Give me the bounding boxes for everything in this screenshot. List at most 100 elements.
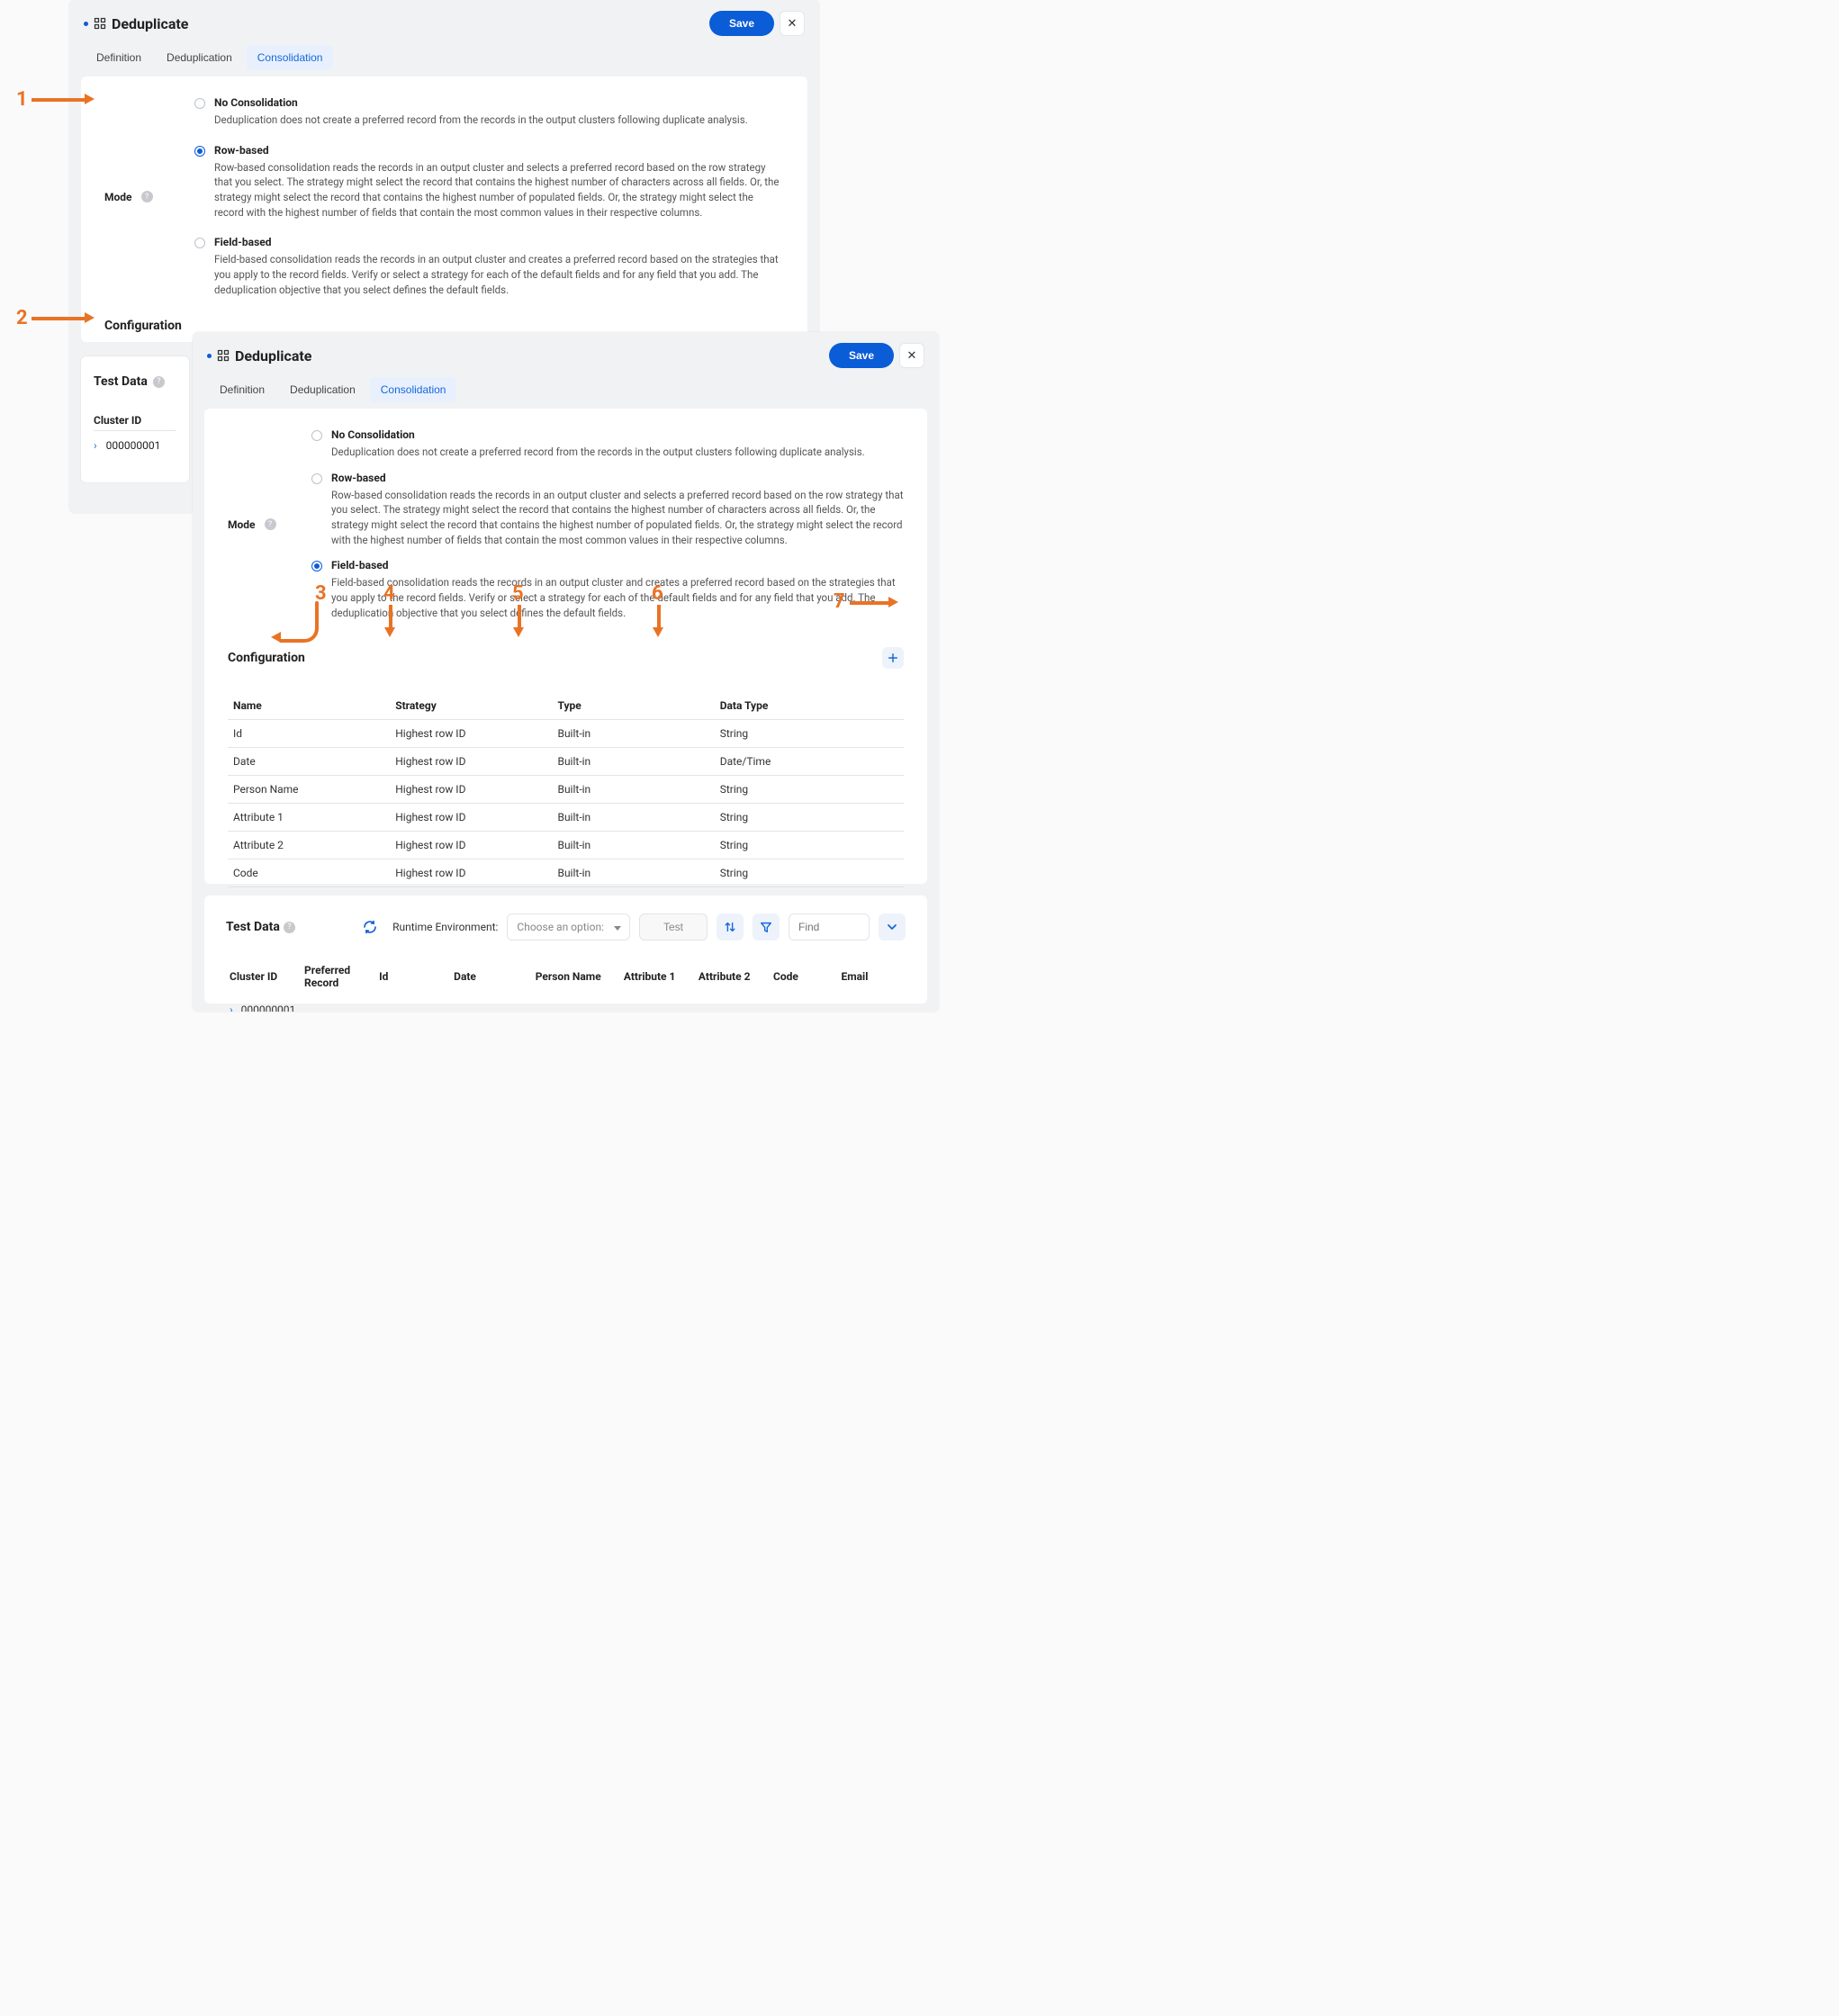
tab-consolidation[interactable]: Consolidation [370,377,457,402]
option-desc: Row-based consolidation reads the record… [331,488,904,548]
option-label: Field-based [214,236,784,248]
tab-consolidation[interactable]: Consolidation [247,45,334,70]
anno-1: 1 [16,88,28,111]
cell: Attribute 1 [228,804,390,832]
refresh-button[interactable] [356,914,383,940]
close-button[interactable]: ✕ [780,11,805,36]
col-header: Email [837,957,906,996]
save-button[interactable]: Save [709,11,774,36]
config-table: Name Strategy Type Data Type IdHighest r… [228,692,904,915]
radio-icon [194,98,205,109]
cell: Built-in [552,832,714,860]
col-type: Type [552,692,714,720]
runtime-placeholder: Choose an option: [517,921,604,933]
testdata-toolbar: Runtime Environment: Choose an option: T… [356,914,906,940]
option-label: Field-based [331,559,904,572]
titlebar: Deduplicate Save ✕ [69,0,819,45]
radio-icon [311,430,322,441]
mode-option-row-based[interactable]: Row-based Row-based consolidation reads … [311,472,904,548]
cell: Date/Time [715,748,904,776]
cell: String [715,720,904,748]
cell-cluster-id: 000000001 [106,439,161,452]
testdata-card-1: Test Data ? Cluster ID › 000000001 [81,356,189,482]
anno-6: 6 [652,582,663,605]
mode-option-field-based[interactable]: Field-based Field-based consolidation re… [311,559,904,620]
chevron-right-icon[interactable]: › [94,439,97,452]
option-desc: Field-based consolidation reads the reco… [331,575,904,620]
cell: Built-in [552,804,714,832]
testdata-heading: Test Data [226,920,280,934]
table-row[interactable]: Attribute 1Highest row IDBuilt-inString [228,804,904,832]
mode-option-no-consolidation[interactable]: No Consolidation Deduplication does not … [311,428,904,460]
mode-label: Mode [104,191,132,203]
table-row[interactable]: CodeHighest row IDBuilt-inString [228,860,904,887]
mode-option-no-consolidation[interactable]: No Consolidation Deduplication does not … [194,96,784,128]
tab-definition[interactable]: Definition [86,45,152,70]
col-header: Date [450,957,532,996]
testdata-card-2: Test Data ? Runtime Environment: Choose … [204,896,927,1004]
info-icon[interactable]: ? [141,191,153,202]
status-dot-icon [207,354,212,358]
save-button[interactable]: Save [829,343,894,368]
cell: Built-in [552,776,714,804]
tab-deduplication[interactable]: Deduplication [279,377,366,402]
mode-label: Mode [228,518,256,531]
mode-option-field-based[interactable]: Field-based Field-based consolidation re… [194,236,784,297]
expand-button[interactable] [879,914,906,940]
tab-deduplication[interactable]: Deduplication [156,45,243,70]
cell: String [715,804,904,832]
cell: Highest row ID [390,720,552,748]
cell: Person Name [228,776,390,804]
cell: Highest row ID [390,776,552,804]
col-name: Name [228,692,390,720]
info-icon[interactable]: ? [284,922,295,933]
col-header: Preferred Record [301,957,375,996]
cell: Built-in [552,860,714,887]
cell: String [715,776,904,804]
filter-button[interactable] [753,914,780,940]
grip-icon [217,349,230,362]
page-title: Deduplicate [112,15,188,32]
sort-button[interactable] [717,914,744,940]
grip-icon [94,17,106,30]
table-row[interactable]: Attribute 2Highest row IDBuilt-inString [228,832,904,860]
option-label: No Consolidation [214,96,748,109]
cell: Highest row ID [390,860,552,887]
chevron-right-icon[interactable]: › [230,1004,233,1012]
close-button[interactable]: ✕ [899,343,924,368]
cell: Date [228,748,390,776]
col-datatype: Data Type [715,692,904,720]
test-button[interactable]: Test [639,914,708,940]
col-header: Code [770,957,838,996]
option-desc: Field-based consolidation reads the reco… [214,252,784,297]
mode-option-row-based[interactable]: Row-based Row-based consolidation reads … [194,144,784,220]
col-header: Person Name [532,957,620,996]
col-header: Cluster ID [226,957,301,996]
radio-icon [311,473,322,484]
testdata-heading: Test Data [94,374,148,389]
testdata-table: Cluster IDPreferred RecordIdDatePerson N… [226,957,906,1012]
cell: Code [228,860,390,887]
anno-2: 2 [16,307,28,329]
table-row[interactable]: Person NameHighest row IDBuilt-inString [228,776,904,804]
cell: String [715,860,904,887]
tab-definition[interactable]: Definition [209,377,275,402]
page-title: Deduplicate [235,347,311,364]
titlebar: Deduplicate Save ✕ [193,332,939,377]
table-row[interactable]: DateHighest row IDBuilt-inDate/Time [228,748,904,776]
table-row[interactable]: IdHighest row IDBuilt-inString [228,720,904,748]
find-input[interactable] [789,914,870,940]
option-desc: Deduplication does not create a preferre… [331,445,865,460]
add-field-button[interactable] [882,647,904,669]
radio-icon [311,561,322,572]
configuration-heading: Configuration [104,319,784,333]
info-icon[interactable]: ? [153,376,165,388]
col-cluster-id: Cluster ID [94,414,176,427]
cell: Highest row ID [390,748,552,776]
option-label: No Consolidation [331,428,865,441]
anno-4: 4 [383,582,395,605]
info-icon[interactable]: ? [265,518,276,530]
runtime-select[interactable]: Choose an option: [507,914,630,940]
radio-icon [194,146,205,157]
radio-icon [194,238,205,248]
